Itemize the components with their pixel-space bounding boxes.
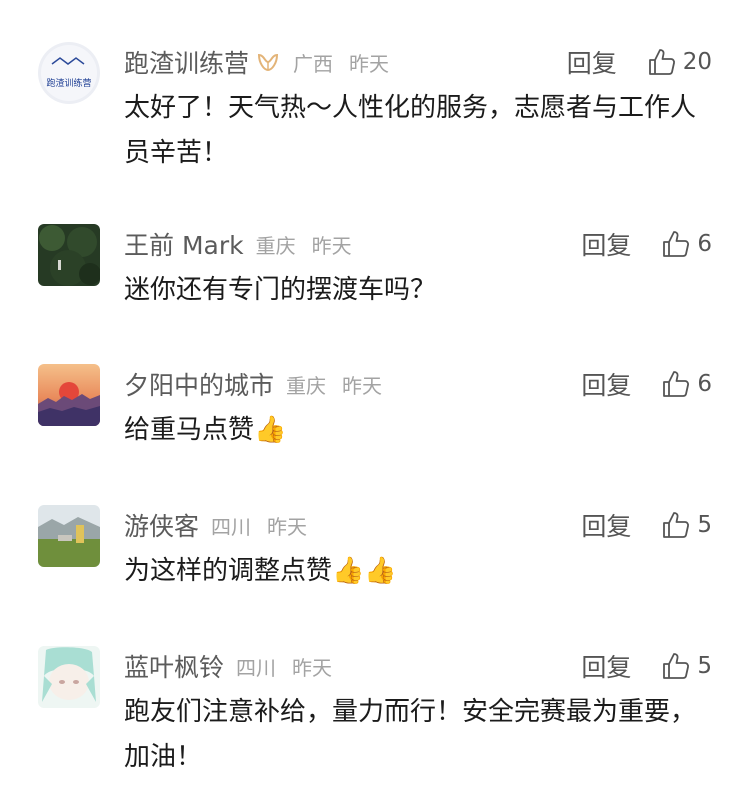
like-count: 6 [697,231,712,257]
thumbs-up-icon[interactable] [661,651,691,681]
avatar[interactable] [38,224,100,286]
timestamp: 昨天 [292,655,333,680]
thumbs-up-icon[interactable] [661,229,691,259]
region-label: 广西 [293,51,334,76]
like-count: 5 [697,653,712,679]
region-label: 重庆 [286,373,327,398]
comment-text: 太好了！天气热～人性化的服务，志愿者与工作人员辛苦！ [124,86,714,176]
region-label: 重庆 [255,233,296,258]
username[interactable]: 王前 Mark [124,226,244,262]
timestamp: 昨天 [311,233,352,258]
thumbs-up-emoji: 👍 [254,415,287,445]
comment-meta: 王前 Mark 重庆 昨天 [124,224,352,264]
comment-body: 迷你还有专门的摆渡车吗？ [124,275,437,305]
reply-button[interactable]: 回复 [581,648,631,684]
comment-text: 为这样的调整点赞👍👍 [124,549,714,594]
comment-meta: 夕阳中的城市 重庆 昨天 [124,364,382,404]
reply-button[interactable]: 回复 [581,507,631,543]
avatar-logo-text: 跑渣训练营 [46,77,91,89]
comment-text: 给重马点赞👍 [124,408,714,453]
comment-meta: 跑渣训练营 广西 昨天 [124,42,389,82]
medal-ribbon-icon [255,49,281,75]
comment-body: 太好了！天气热～人性化的服务，志愿者与工作人员辛苦！ [124,93,697,168]
comment-body: 为这样的调整点赞 [124,556,333,586]
comment-body: 跑友们注意补给，量力而行！安全完赛最为重要，加油！ [124,697,697,772]
avatar[interactable] [38,646,100,708]
username[interactable]: 游侠客 [124,507,199,543]
reply-button[interactable]: 回复 [567,44,617,80]
comment-body: 给重马点赞 [124,415,255,445]
like-count: 5 [697,512,712,538]
comment-actions: 回复 6 [581,364,712,404]
avatar[interactable] [38,364,100,426]
timestamp: 昨天 [267,514,308,539]
username[interactable]: 蓝叶枫铃 [124,648,224,684]
comment-text: 跑友们注意补给，量力而行！安全完赛最为重要，加油！ [124,690,714,780]
timestamp: 昨天 [349,51,390,76]
reply-button[interactable]: 回复 [581,226,631,262]
region-label: 四川 [236,655,277,680]
timestamp: 昨天 [342,373,383,398]
comment-actions: 回复 5 [581,646,712,686]
username[interactable]: 跑渣训练营 [124,44,249,80]
comment-actions: 回复 5 [581,505,712,545]
comment-meta: 蓝叶枫铃 四川 昨天 [124,646,332,686]
comment-meta: 游侠客 四川 昨天 [124,505,307,545]
avatar[interactable]: 跑渣训练营 [38,42,100,104]
comment-actions: 回复 20 [567,42,712,82]
like-count: 6 [697,371,712,397]
comment-text: 迷你还有专门的摆渡车吗？ [124,268,714,313]
thumbs-up-icon[interactable] [661,369,691,399]
region-label: 四川 [211,514,252,539]
reply-button[interactable]: 回复 [581,366,631,402]
thumbs-up-icon[interactable] [647,47,677,77]
username[interactable]: 夕阳中的城市 [124,366,274,402]
thumbs-up-icon[interactable] [661,510,691,540]
like-count: 20 [682,49,712,75]
comment-actions: 回复 6 [581,224,712,264]
thumbs-up-emoji: 👍👍 [332,556,397,586]
avatar[interactable] [38,505,100,567]
